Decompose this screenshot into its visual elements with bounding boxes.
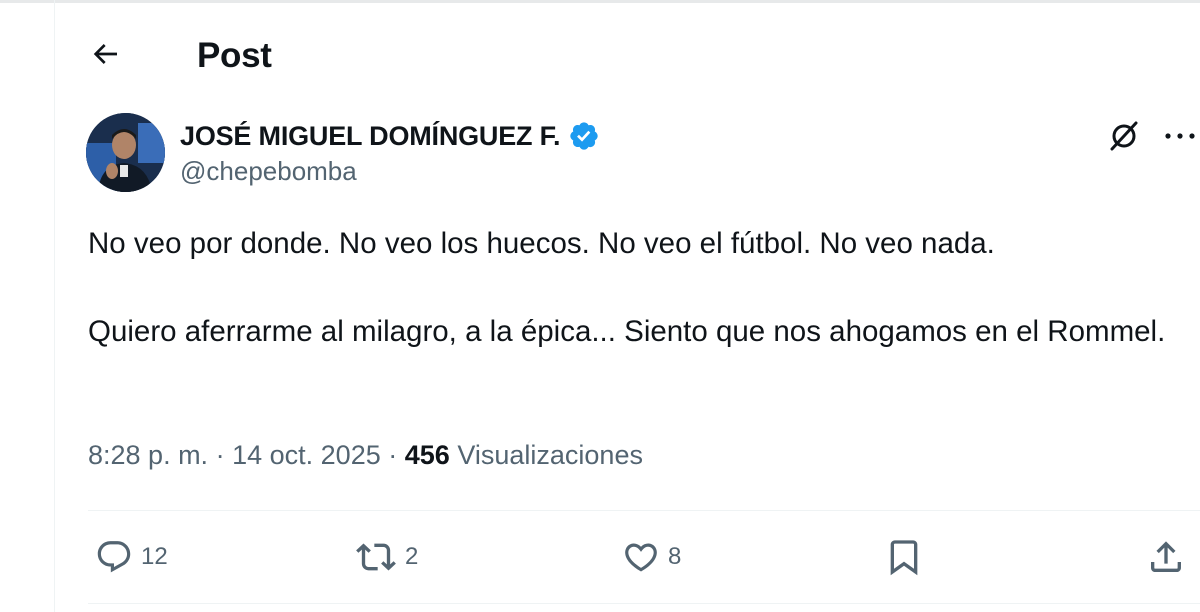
avatar[interactable] bbox=[86, 113, 165, 192]
top-border bbox=[0, 0, 1200, 3]
like-count: 8 bbox=[668, 543, 682, 570]
repost-button[interactable]: 2 bbox=[355, 537, 418, 577]
author-name-row[interactable]: JOSÉ MIGUEL DOMÍNGUEZ F. bbox=[180, 116, 600, 156]
page-title: Post bbox=[197, 36, 272, 75]
reply-count: 12 bbox=[141, 543, 168, 570]
tweet-text: No veo por donde. No veo los huecos. No … bbox=[88, 222, 1188, 354]
back-button[interactable] bbox=[87, 38, 123, 74]
post-header: Post bbox=[55, 26, 1200, 86]
author-name[interactable]: JOSÉ MIGUEL DOMÍNGUEZ F. bbox=[180, 121, 560, 152]
views-count: 456 bbox=[404, 440, 450, 470]
reply-icon bbox=[95, 538, 133, 576]
repost-count: 2 bbox=[405, 543, 419, 570]
tweet-date[interactable]: 14 oct. 2025 bbox=[232, 440, 381, 470]
bookmark-icon bbox=[884, 537, 924, 577]
more-icon[interactable] bbox=[1160, 118, 1200, 154]
tweet-paragraph: Quiero aferrarme al milagro, a la épica.… bbox=[88, 315, 1166, 348]
bookmark-button[interactable] bbox=[884, 537, 924, 577]
left-column-border bbox=[54, 0, 55, 612]
tweet-paragraph: No veo por donde. No veo los huecos. No … bbox=[88, 227, 995, 260]
share-icon bbox=[1146, 537, 1186, 577]
verified-badge-icon[interactable] bbox=[568, 120, 600, 152]
meta-separator: · bbox=[215, 440, 225, 470]
grok-icon[interactable] bbox=[1106, 118, 1142, 154]
heart-icon bbox=[622, 538, 660, 576]
repost-icon bbox=[355, 537, 397, 577]
views-label: Visualizaciones bbox=[457, 440, 643, 470]
tweet-time[interactable]: 8:28 p. m. bbox=[88, 440, 208, 470]
like-button[interactable]: 8 bbox=[622, 537, 681, 577]
post-page: Post JOSÉ MIGUEL DOMÍNGUEZ F. @chepebomb… bbox=[0, 0, 1200, 612]
author-handle[interactable]: @chepebomba bbox=[180, 156, 357, 187]
bottom-divider bbox=[88, 603, 1200, 604]
tweet-meta: 8:28 p. m. · 14 oct. 2025 · 456 Visualiz… bbox=[88, 440, 643, 471]
share-button[interactable] bbox=[1146, 537, 1186, 577]
reply-button[interactable]: 12 bbox=[95, 537, 168, 577]
back-arrow-icon bbox=[89, 38, 121, 75]
meta-separator: · bbox=[388, 440, 398, 470]
divider bbox=[88, 510, 1200, 511]
